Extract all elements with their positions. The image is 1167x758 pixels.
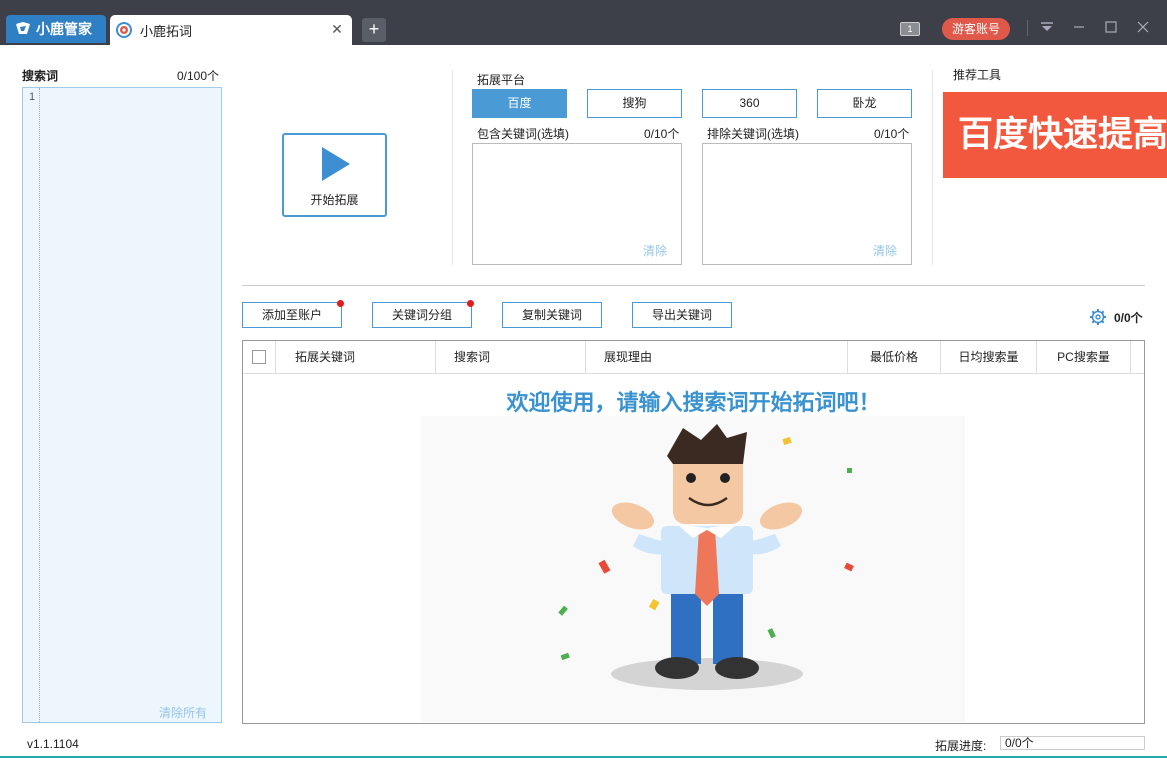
minimize-icon[interactable]	[1070, 19, 1088, 37]
section-divider	[932, 70, 933, 265]
new-tab-button[interactable]: +	[362, 18, 386, 42]
brand-tab[interactable]: 小鹿管家	[6, 15, 106, 43]
table-header: 拓展关键词 搜索词 展现理由 最低价格 日均搜索量 PC搜索量	[243, 341, 1144, 374]
start-expand-button[interactable]: 开始拓展	[282, 133, 387, 217]
line-number: 1	[29, 91, 36, 103]
select-all-checkbox[interactable]	[252, 350, 266, 364]
include-keywords-input[interactable]: 清除	[472, 143, 682, 265]
col-search-word[interactable]: 搜索词	[436, 341, 586, 373]
search-words-textarea[interactable]: 1 清除所有	[22, 87, 222, 723]
tab-xiaolu-tuoci[interactable]: 小鹿拓词 ✕	[110, 15, 352, 45]
search-words-count: 0/100个	[177, 69, 220, 83]
col-daily-search[interactable]: 日均搜索量	[941, 341, 1037, 373]
app-icon	[116, 22, 132, 38]
include-keywords-count: 0/10个	[644, 127, 680, 141]
platform-sogou-button[interactable]: 搜狗	[587, 89, 682, 118]
include-keywords-label: 包含关键词(选填)	[477, 127, 569, 141]
include-clear-link[interactable]: 清除	[643, 242, 667, 259]
maximize-icon[interactable]	[1102, 19, 1120, 37]
gear-icon[interactable]	[1089, 308, 1107, 326]
col-expand-keyword[interactable]: 拓展关键词	[276, 341, 436, 373]
exclude-keywords-input[interactable]: 清除	[702, 143, 912, 265]
title-bar: 小鹿管家 小鹿拓词 ✕ + 1 游客账号	[0, 0, 1167, 45]
start-expand-label: 开始拓展	[310, 193, 359, 207]
copy-keywords-button[interactable]: 复制关键词	[502, 302, 602, 328]
export-keywords-button[interactable]: 导出关键词	[632, 302, 732, 328]
col-pc-search[interactable]: PC搜索量	[1037, 341, 1131, 373]
new-badge-dot	[337, 300, 344, 307]
search-words-label: 搜索词	[22, 69, 59, 83]
platform-baidu-button[interactable]: 百度	[472, 89, 567, 118]
add-to-account-button[interactable]: 添加至账户	[242, 302, 342, 328]
platform-label: 拓展平台	[477, 73, 526, 87]
exclude-clear-link[interactable]: 清除	[873, 242, 897, 259]
close-tab-icon[interactable]: ✕	[330, 22, 344, 36]
exclude-keywords-label: 排除关键词(选填)	[707, 127, 799, 141]
new-badge-dot	[467, 300, 474, 307]
welcome-message: 欢迎使用，请输入搜索词开始拓词吧！	[506, 390, 881, 415]
brand-logo-icon	[16, 22, 30, 34]
welcome-illustration	[421, 416, 965, 722]
line-gutter	[23, 88, 40, 722]
result-count: 0/0个	[1114, 311, 1143, 325]
brand-name: 小鹿管家	[36, 21, 92, 37]
version-label: v1.1.1104	[27, 737, 79, 751]
platform-wolong-button[interactable]: 卧龙	[817, 89, 912, 118]
exclude-keywords-count: 0/10个	[874, 127, 910, 141]
promo-banner[interactable]: 百度快速提高	[943, 92, 1167, 178]
select-all-cell	[243, 341, 276, 373]
progress-text: 0/0个	[1005, 736, 1034, 750]
dropdown-menu-icon[interactable]	[1038, 19, 1056, 37]
clear-all-link[interactable]: 清除所有	[159, 704, 207, 721]
results-table: 拓展关键词 搜索词 展现理由 最低价格 日均搜索量 PC搜索量 欢迎使用，请输入…	[242, 340, 1145, 724]
horizontal-divider	[242, 285, 1145, 286]
play-icon	[322, 147, 350, 181]
progress-label: 拓展进度:	[935, 739, 987, 753]
col-min-price[interactable]: 最低价格	[848, 341, 941, 373]
keyword-group-button[interactable]: 关键词分组	[372, 302, 472, 328]
notification-badge[interactable]: 1	[900, 22, 920, 36]
guest-account-button[interactable]: 游客账号	[942, 18, 1010, 40]
section-divider	[452, 70, 453, 265]
tab-label: 小鹿拓词	[140, 23, 193, 39]
close-window-icon[interactable]	[1134, 19, 1152, 37]
titlebar-divider	[1027, 20, 1028, 36]
platform-360-button[interactable]: 360	[702, 89, 797, 118]
progress-bar: 0/0个	[1000, 736, 1145, 750]
recommended-tools-label: 推荐工具	[953, 68, 1002, 82]
col-display-reason[interactable]: 展现理由	[586, 341, 848, 373]
